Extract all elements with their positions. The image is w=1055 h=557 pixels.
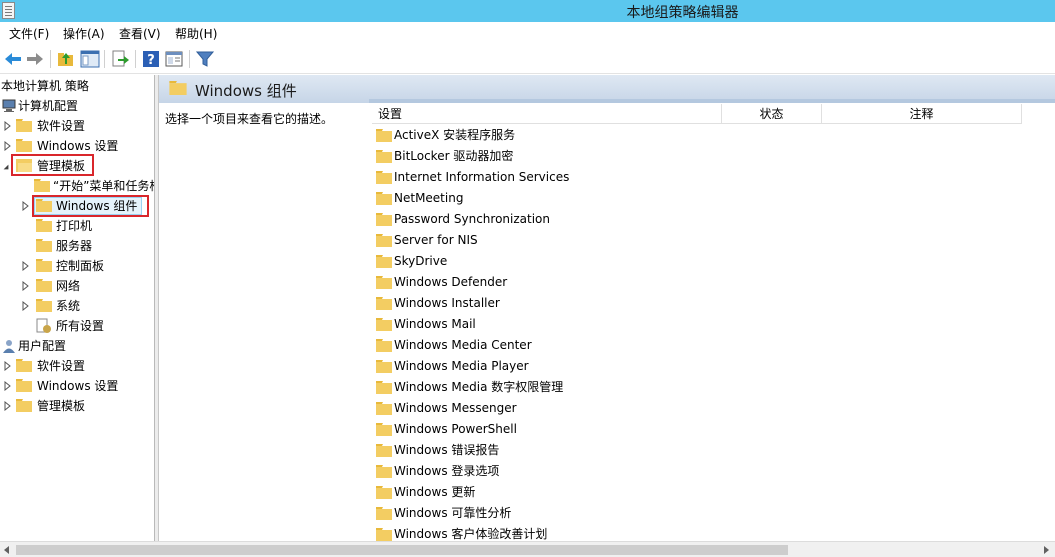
description-text: 选择一个项目来查看它的描述。 [165, 112, 334, 126]
folder-icon [376, 255, 392, 268]
scroll-left-icon[interactable] [4, 546, 9, 554]
list-item-label: Windows Mail [394, 317, 476, 331]
folder-icon [376, 486, 392, 499]
folder-icon [36, 219, 52, 232]
properties-icon[interactable] [164, 49, 184, 69]
list-item-label: Windows 更新 [394, 485, 476, 499]
toolbar: ? [0, 44, 1055, 74]
back-arrow-icon[interactable] [3, 49, 23, 69]
list-item-label: Windows 可靠性分析 [394, 506, 512, 520]
folder-icon [36, 259, 52, 272]
expand-arrow-icon[interactable] [22, 201, 30, 211]
menu-help[interactable]: 帮助(H) [175, 25, 217, 42]
expand-arrow-icon[interactable] [4, 361, 12, 371]
expand-arrow-icon[interactable] [4, 381, 12, 391]
column-header-comment[interactable]: 注释 [822, 104, 1022, 124]
expand-arrow-icon[interactable] [22, 301, 30, 311]
list-item-label: Windows 错误报告 [394, 443, 500, 457]
window-title: 本地组策略编辑器 [626, 5, 739, 21]
details-header-title: Windows 组件 [195, 82, 297, 100]
folder-icon [376, 528, 392, 541]
expand-arrow-icon[interactable] [4, 401, 12, 411]
menu-file[interactable]: 文件(F) [9, 25, 49, 42]
user-icon [3, 340, 15, 353]
highlight-box-windows-components [32, 195, 149, 217]
filter-icon[interactable] [195, 49, 215, 69]
details-pane: Windows 组件 选择一个项目来查看它的描述。 设置 状态 注释 Activ… [159, 75, 1055, 541]
expand-arrow-icon[interactable] [22, 281, 30, 291]
folder-icon [376, 213, 392, 226]
folder-icon [36, 239, 52, 252]
folder-icon [376, 192, 392, 205]
folder-icon [169, 81, 187, 95]
folder-icon [36, 279, 52, 292]
expand-arrow-icon[interactable] [4, 121, 12, 131]
folder-icon [376, 381, 392, 394]
folder-icon [376, 276, 392, 289]
list-item-label: Windows Media Center [394, 338, 532, 352]
navigation-tree: 本地计算机 策略 计算机配置 软件设置 Windows 设置 管理模板 “开始”… [0, 75, 155, 541]
folder-icon [16, 399, 32, 412]
folder-icon [36, 299, 52, 312]
folder-icon [376, 423, 392, 436]
all-settings-icon [36, 318, 51, 333]
folder-icon [376, 234, 392, 247]
list-item-label: Password Synchronization [394, 212, 550, 226]
scrollbar-thumb[interactable] [16, 545, 788, 555]
forward-arrow-icon[interactable] [25, 49, 45, 69]
export-list-icon[interactable] [110, 49, 130, 69]
folder-icon [376, 171, 392, 184]
show-hide-tree-icon[interactable] [80, 49, 100, 69]
collapse-arrow-icon[interactable] [2, 162, 10, 172]
expand-arrow-icon[interactable] [4, 141, 12, 151]
scroll-right-icon[interactable] [1044, 546, 1049, 554]
list-item-label: Windows Media 数字权限管理 [394, 380, 564, 394]
list-item-label: Windows Messenger [394, 401, 517, 415]
column-header-setting[interactable]: 设置 [372, 104, 722, 124]
details-header: Windows 组件 [159, 75, 1055, 103]
expand-arrow-icon[interactable] [22, 261, 30, 271]
menu-action[interactable]: 操作(A) [63, 25, 105, 42]
highlight-box-admin-templates [11, 154, 94, 176]
folder-icon [376, 150, 392, 163]
folder-icon [376, 444, 392, 457]
folder-icon [376, 360, 392, 373]
computer-icon [2, 99, 16, 112]
column-header-state[interactable]: 状态 [722, 104, 822, 124]
list-item-label: Windows Defender [394, 275, 508, 289]
list-item-label: Windows 登录选项 [394, 464, 500, 478]
menu-bar: 文件(F) 操作(A) 查看(V) 帮助(H) [0, 22, 1055, 44]
folder-icon [376, 465, 392, 478]
folder-icon [16, 379, 32, 392]
folder-icon [16, 119, 32, 132]
svg-text:?: ? [147, 53, 155, 68]
list-item-label: ActiveX 安装程序服务 [394, 128, 516, 142]
folder-icon [376, 129, 392, 142]
folder-icon [34, 179, 50, 192]
folder-icon [376, 297, 392, 310]
menu-view[interactable]: 查看(V) [119, 25, 161, 42]
folder-icon [16, 139, 32, 152]
folder-icon [376, 402, 392, 415]
folder-icon [16, 359, 32, 372]
list-item-label: Internet Information Services [394, 170, 570, 184]
folder-icon [376, 318, 392, 331]
horizontal-scrollbar[interactable] [0, 541, 1055, 557]
list-item-label: Windows Installer [394, 296, 500, 310]
help-icon[interactable]: ? [141, 49, 161, 69]
folder-icon [376, 507, 392, 520]
list-item-label: Server for NIS [394, 233, 478, 247]
list-item-label: Windows PowerShell [394, 422, 517, 436]
list-item-label: SkyDrive [394, 254, 448, 268]
list-item-label: BitLocker 驱动器加密 [394, 149, 514, 163]
up-folder-icon[interactable] [56, 49, 76, 69]
list-item-label: NetMeeting [394, 191, 464, 205]
list-item-label: Windows Media Player [394, 359, 529, 373]
folder-icon [376, 339, 392, 352]
title-bar: 本地组策略编辑器 [0, 0, 1055, 22]
